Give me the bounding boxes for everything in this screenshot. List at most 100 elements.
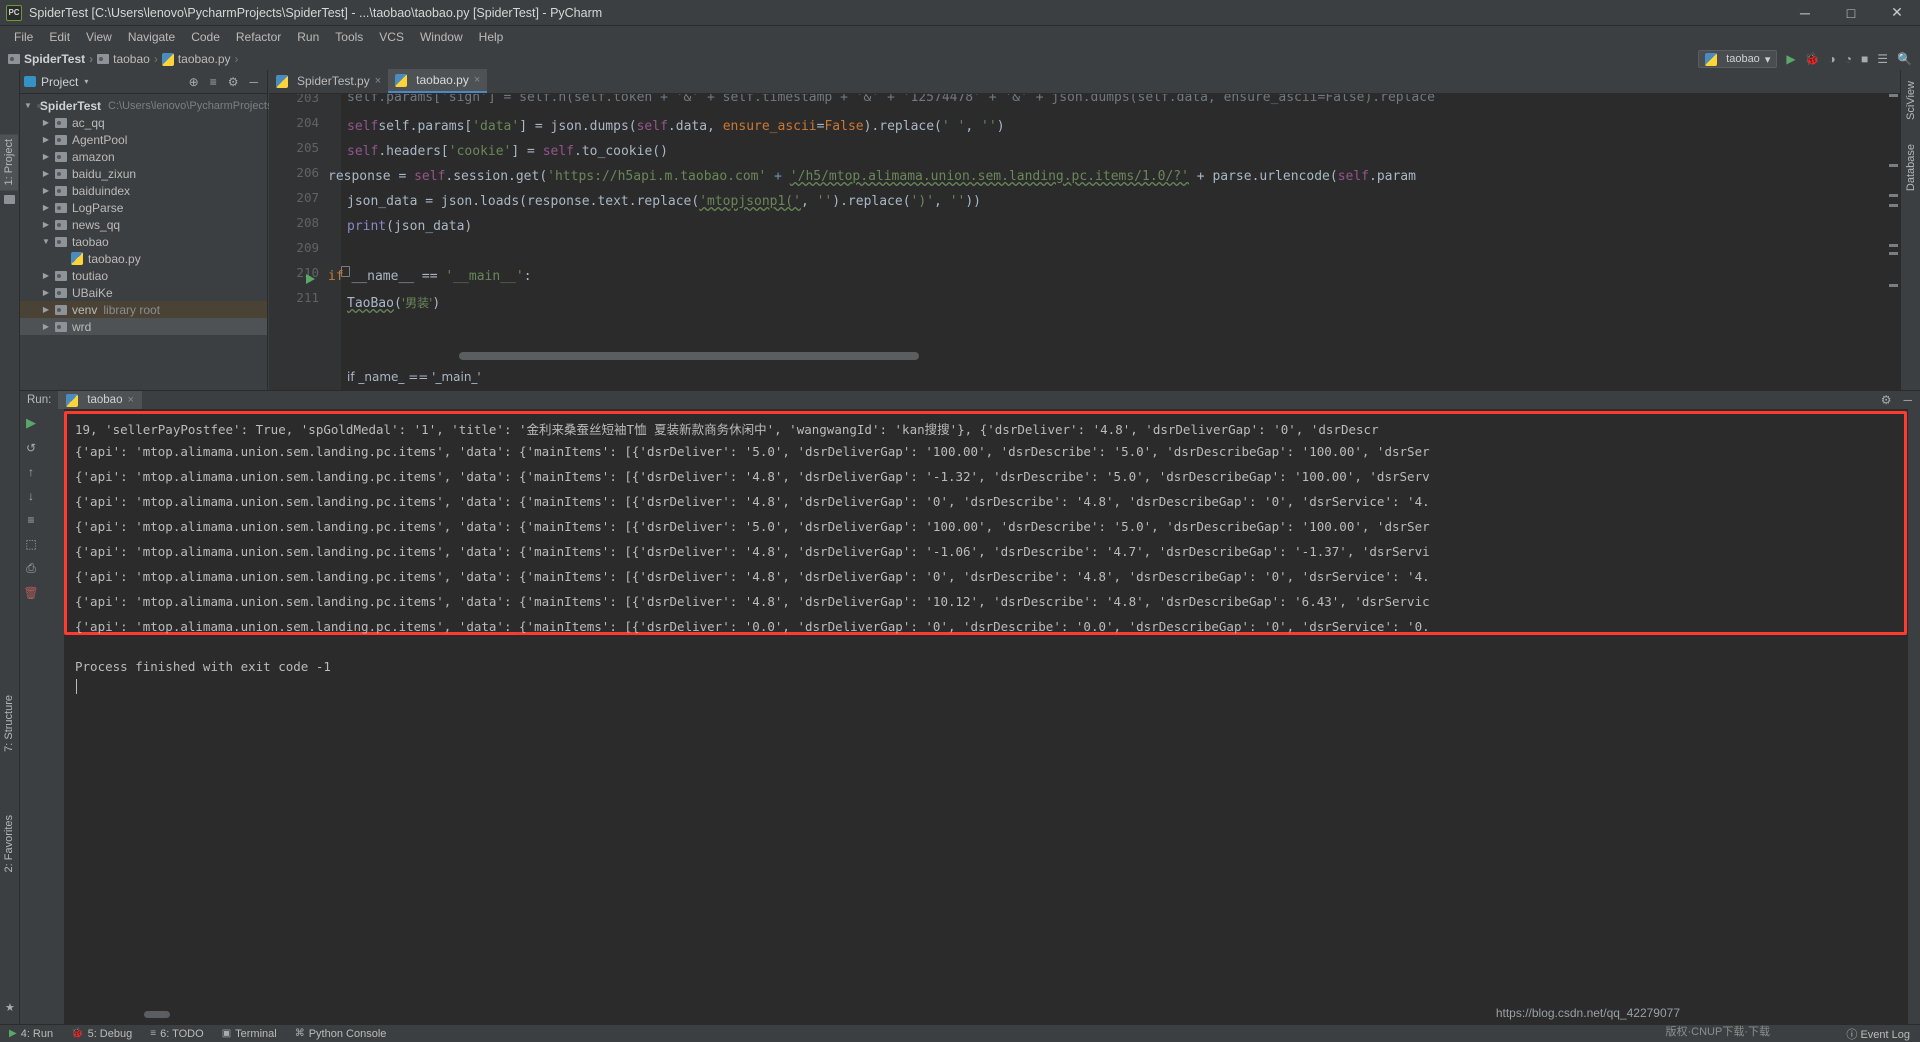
chevron-down-icon[interactable]: ▼ bbox=[40, 237, 52, 246]
tree-item-news-qq[interactable]: ▶ news_qq bbox=[20, 216, 267, 233]
run-tab-taobao[interactable]: taobao × bbox=[58, 391, 142, 409]
tree-item-baidu-zixun[interactable]: ▶ baidu_zixun bbox=[20, 165, 267, 182]
layout-button[interactable]: ☰ bbox=[1877, 52, 1888, 66]
locate-file-icon[interactable]: ⊕ bbox=[189, 75, 199, 89]
menu-item-run[interactable]: Run bbox=[289, 28, 327, 46]
sidebar-tab-structure[interactable]: 7: Structure bbox=[0, 690, 18, 757]
close-icon[interactable]: × bbox=[474, 74, 480, 86]
status-tab-run[interactable]: ▶ 4: Run bbox=[0, 1028, 62, 1040]
minimize-button[interactable]: ─ bbox=[1782, 0, 1828, 26]
event-log-button[interactable]: ⓘ Event Log bbox=[1846, 1026, 1910, 1042]
tree-item-label: news_qq bbox=[72, 217, 121, 232]
chevron-right-icon[interactable]: ▶ bbox=[40, 220, 52, 229]
menu-item-window[interactable]: Window bbox=[412, 28, 471, 46]
editor-tabs: SpiderTest.py × taobao.py × bbox=[269, 69, 1920, 94]
rerun-button[interactable]: ▶ bbox=[26, 415, 36, 431]
breadcrumb-item-project[interactable]: SpiderTest › bbox=[8, 52, 97, 66]
close-icon[interactable]: × bbox=[127, 394, 133, 406]
editor-horizontal-scrollbar[interactable] bbox=[459, 352, 919, 360]
chevron-right-icon[interactable]: ▶ bbox=[40, 305, 52, 314]
scroll-up-button[interactable]: ↑ bbox=[28, 465, 34, 479]
editor-tab-taobao[interactable]: taobao.py × bbox=[388, 69, 488, 93]
tree-item-spidertest[interactable]: ▼ SpiderTest C:\Users\lenovo\PycharmProjec… bbox=[20, 97, 276, 114]
stop-button[interactable]: ■ bbox=[1861, 52, 1868, 66]
menu-item-help[interactable]: Help bbox=[471, 28, 512, 46]
sidebar-tab-favorites[interactable]: 2: Favorites bbox=[0, 810, 18, 877]
sidebar-tab-database[interactable]: Database bbox=[1902, 139, 1920, 196]
chevron-right-icon[interactable]: ▶ bbox=[40, 118, 52, 127]
chevron-right-icon[interactable]: ▶ bbox=[40, 135, 52, 144]
close-button[interactable]: ✕ bbox=[1874, 0, 1920, 26]
line-number-203: 203 bbox=[296, 94, 319, 105]
menu-item-navigate[interactable]: Navigate bbox=[120, 28, 183, 46]
console-line: {'api': 'mtop.alimama.union.sem.landing.… bbox=[75, 619, 1430, 634]
chevron-down-icon[interactable]: ▼ bbox=[24, 101, 32, 110]
chevron-right-icon[interactable]: ▶ bbox=[40, 186, 52, 195]
tree-item-taobao[interactable]: ▼ taobao bbox=[20, 233, 267, 250]
profile-button[interactable]: ◔ bbox=[1845, 52, 1852, 66]
breadcrumb-separator: › bbox=[89, 52, 94, 66]
menu-item-view[interactable]: View bbox=[78, 28, 120, 46]
chevron-right-icon[interactable]: ▶ bbox=[40, 152, 52, 161]
print-button[interactable]: ⎙ bbox=[26, 561, 36, 576]
menu-item-refactor[interactable]: Refactor bbox=[228, 28, 289, 46]
chevron-right-icon[interactable]: ▶ bbox=[40, 322, 52, 331]
console-horizontal-scrollbar[interactable] bbox=[144, 1011, 170, 1018]
run-window-side-toolbar: ▶ ↺ ↑ ↓ ≡ ⬚ ⎙ 🗑 bbox=[20, 409, 42, 1024]
tree-item-wrd[interactable]: ▶ wrd bbox=[20, 318, 267, 335]
tree-item-ac-qq[interactable]: ▶ ac_qq bbox=[20, 114, 267, 131]
sidebar-tab-project[interactable]: 1: Project bbox=[0, 134, 18, 191]
code-editor[interactable]: 203 204 205 206 207 208 209 210 211 self.params[… bbox=[269, 94, 1920, 390]
coverage-button[interactable]: ◑ bbox=[1829, 52, 1836, 66]
code-token: , bbox=[965, 119, 982, 134]
minimap-marker bbox=[1889, 252, 1898, 255]
debug-button[interactable]: 🐞 bbox=[1805, 52, 1820, 66]
tree-item-agentpool[interactable]: ▶ AgentPool bbox=[20, 131, 267, 148]
run-button[interactable]: ▶ bbox=[1786, 52, 1795, 66]
soft-wrap-button[interactable]: ≡ bbox=[27, 513, 34, 527]
editor-tab-spidertest[interactable]: SpiderTest.py × bbox=[269, 69, 388, 93]
menu-item-code[interactable]: Code bbox=[183, 28, 228, 46]
scroll-down-button[interactable]: ↓ bbox=[28, 489, 34, 503]
maximize-button[interactable]: □ bbox=[1828, 0, 1874, 26]
chevron-right-icon[interactable]: ▶ bbox=[40, 271, 52, 280]
tree-item-amazon[interactable]: ▶ amazon bbox=[20, 148, 267, 165]
menu-item-vcs[interactable]: VCS bbox=[371, 28, 412, 46]
scroll-to-end-button[interactable]: ⬚ bbox=[25, 537, 36, 551]
status-tab-todo[interactable]: ≡ 6: TODO bbox=[141, 1028, 212, 1040]
menu-item-tools[interactable]: Tools bbox=[327, 28, 371, 46]
gear-icon[interactable]: ⚙ bbox=[228, 75, 239, 89]
chevron-down-icon[interactable]: ▾ bbox=[84, 77, 88, 86]
restart-button[interactable]: ↺ bbox=[26, 441, 36, 455]
tree-item-baiduindex[interactable]: ▶ baiduindex bbox=[20, 182, 267, 199]
status-tab-debug[interactable]: 🐞 5: Debug bbox=[62, 1028, 141, 1040]
breadcrumb-item-file[interactable]: taobao.py › bbox=[161, 52, 243, 66]
tree-item-logparse[interactable]: ▶ LogParse bbox=[20, 199, 267, 216]
breadcrumb-item-taobao[interactable]: taobao › bbox=[97, 52, 162, 66]
status-tab-terminal[interactable]: ▣ Terminal bbox=[213, 1028, 286, 1040]
close-icon[interactable]: × bbox=[375, 75, 381, 87]
tree-item-toutiao[interactable]: ▶ toutiao bbox=[20, 267, 267, 284]
hide-panel-icon[interactable]: ─ bbox=[1903, 393, 1912, 407]
menu-item-edit[interactable]: Edit bbox=[41, 28, 78, 46]
console-line: {'api': 'mtop.alimama.union.sem.landing.… bbox=[75, 494, 1430, 509]
chevron-right-icon[interactable]: ▶ bbox=[40, 288, 52, 297]
run-console-output[interactable]: 19, 'sellerPayPostfee': True, 'spGoldMed… bbox=[64, 409, 1908, 1024]
collapse-all-icon[interactable]: ≡ bbox=[210, 75, 217, 89]
tree-item-ubaike[interactable]: ▶ UBaiKe bbox=[20, 284, 267, 301]
tree-item-taobao-py[interactable]: taobao.py bbox=[20, 250, 267, 267]
gear-icon[interactable]: ⚙ bbox=[1881, 393, 1892, 407]
run-config-label: taobao bbox=[1726, 53, 1760, 65]
chevron-right-icon[interactable]: ▶ bbox=[40, 169, 52, 178]
clear-all-button[interactable]: 🗑 bbox=[23, 586, 38, 600]
sidebar-tab-sciview[interactable]: SciView bbox=[1902, 76, 1920, 125]
run-gutter-icon[interactable] bbox=[306, 274, 315, 284]
status-tab-python-console[interactable]: ⌘ Python Console bbox=[286, 1028, 396, 1040]
hide-panel-icon[interactable]: ─ bbox=[249, 75, 258, 89]
tree-item-venv[interactable]: ▶ venv library root bbox=[20, 301, 267, 318]
search-icon[interactable]: 🔍 bbox=[1897, 52, 1912, 66]
menu-item-file[interactable]: File bbox=[6, 28, 41, 46]
run-configuration-selector[interactable]: taobao ▾ bbox=[1698, 50, 1778, 68]
line-number-211: 211 bbox=[296, 290, 319, 305]
chevron-right-icon[interactable]: ▶ bbox=[40, 203, 52, 212]
